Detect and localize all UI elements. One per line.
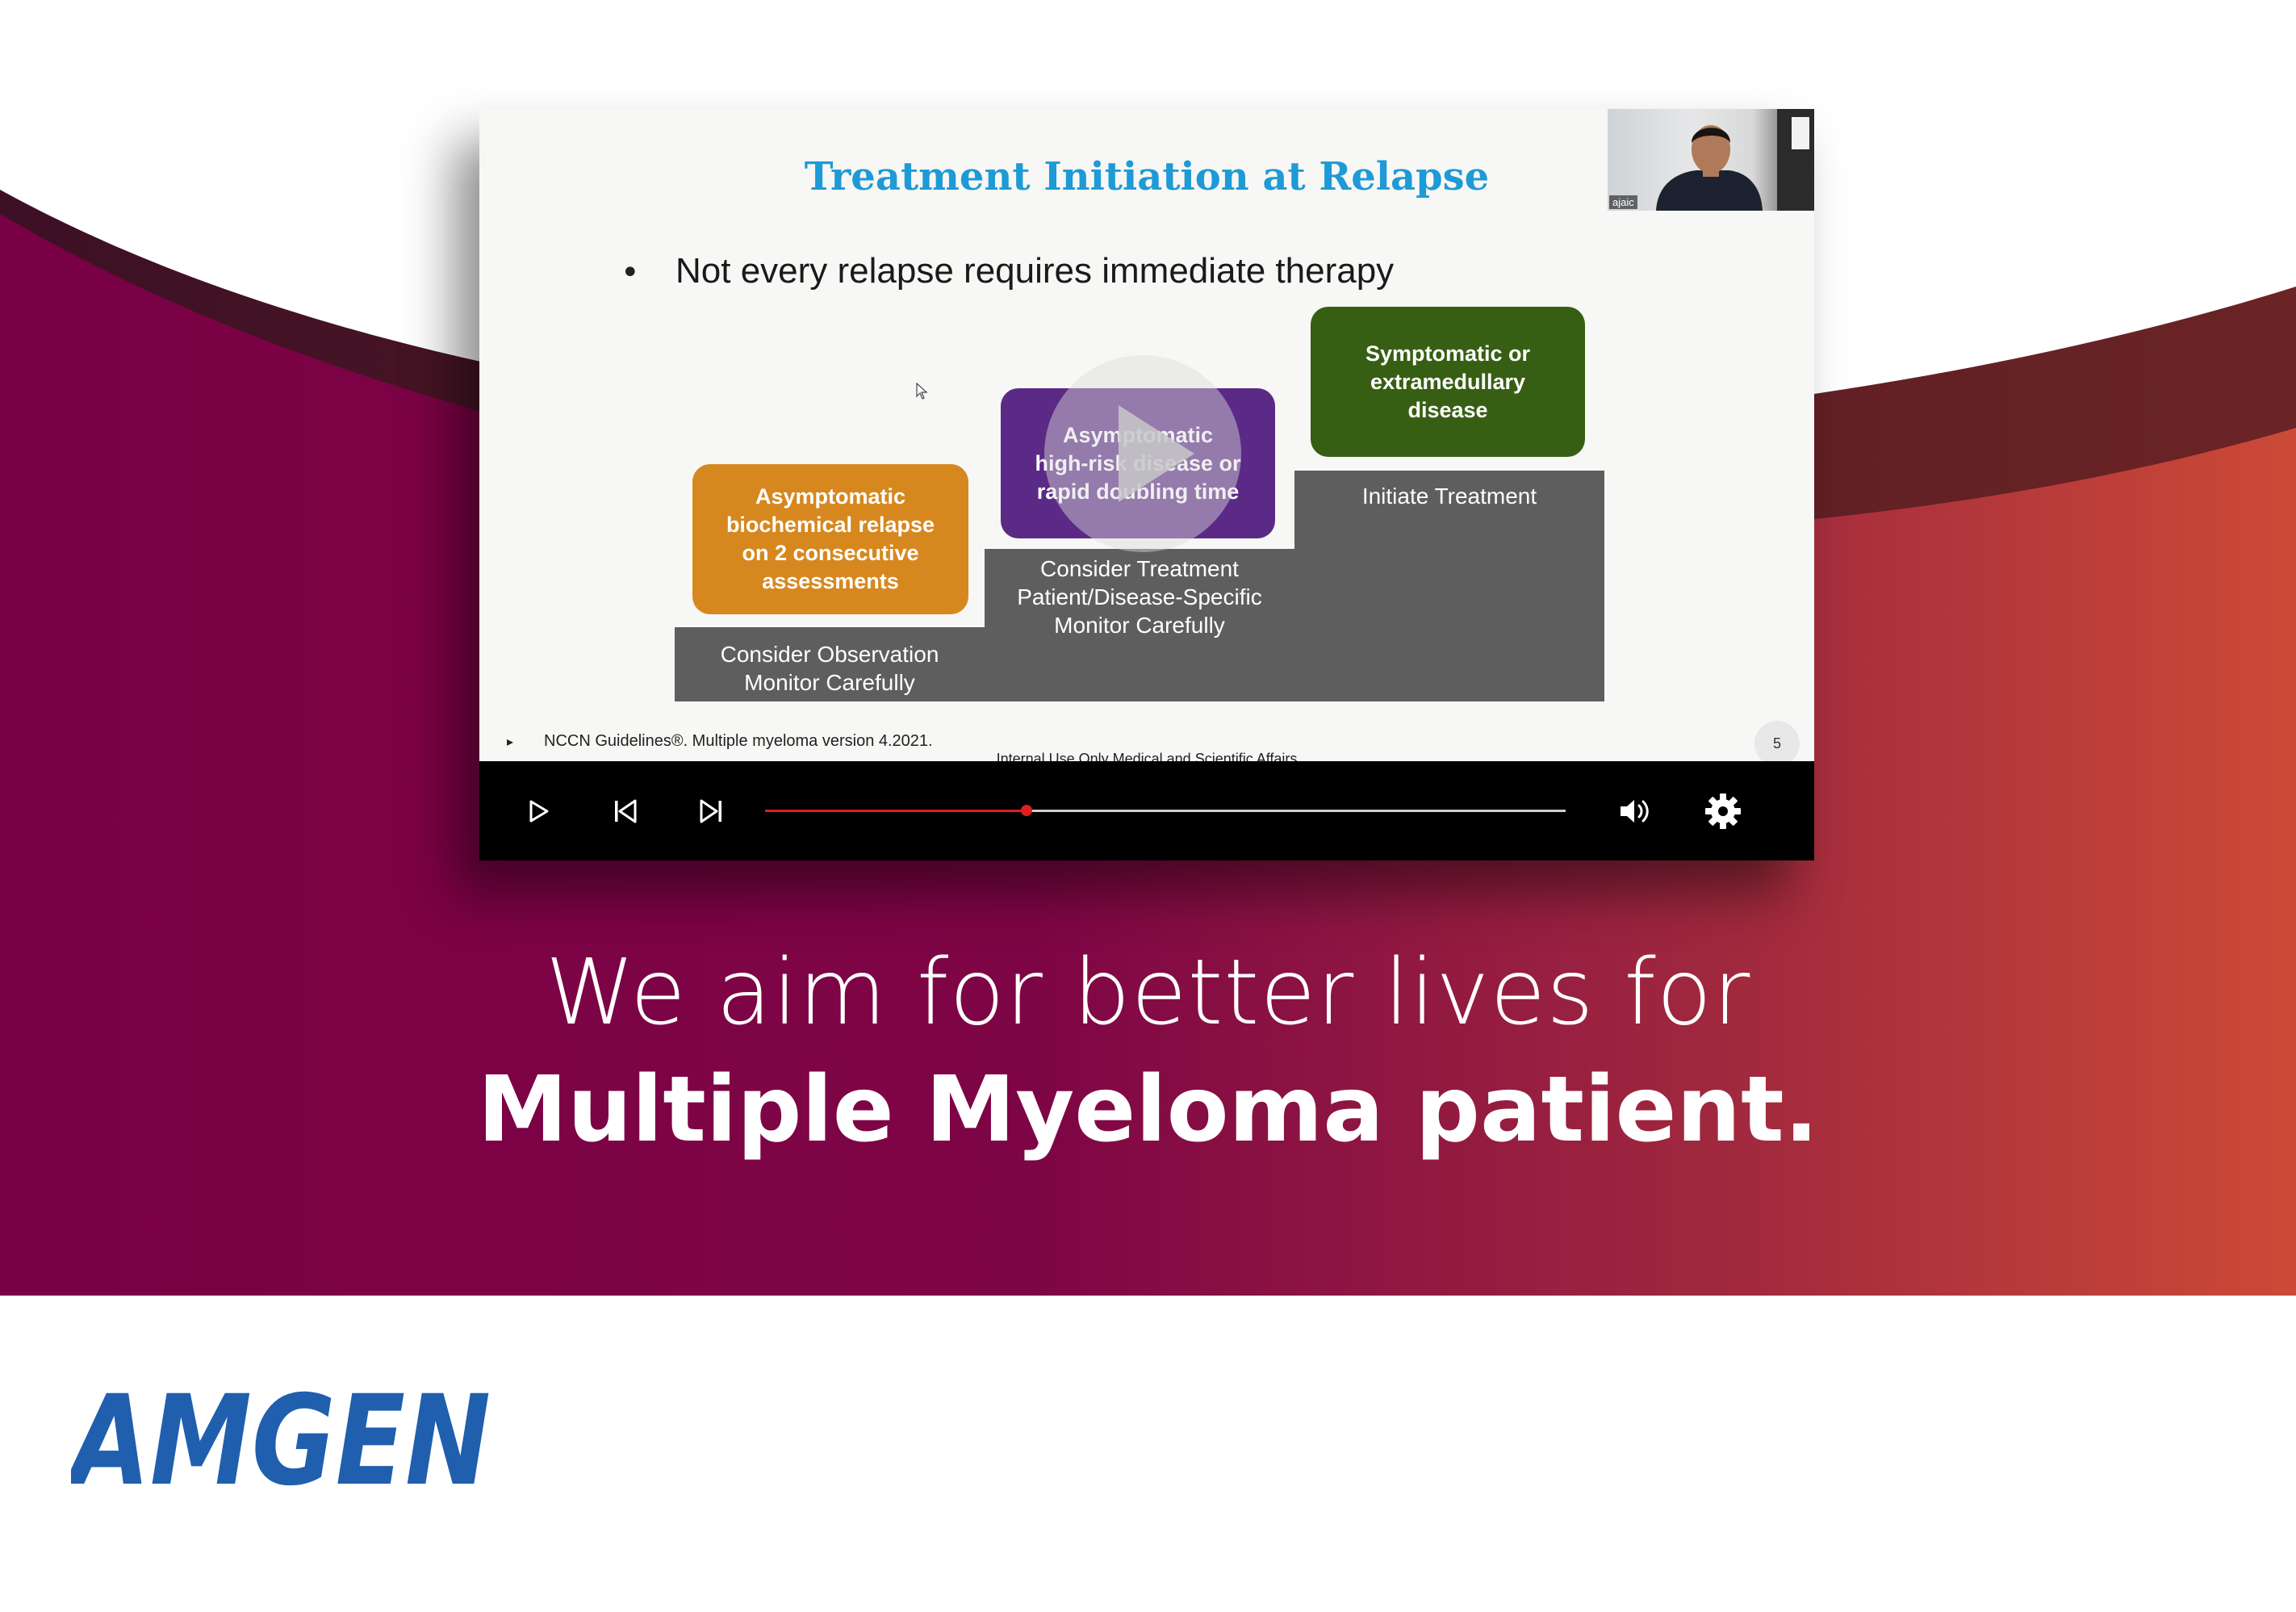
play-button[interactable] <box>518 791 558 831</box>
slide-number: 5 <box>1754 721 1800 761</box>
video-frame-slide[interactable]: Treatment Initiation at Relapse • Not ev… <box>479 109 1814 761</box>
speaker-webcam: ajaic <box>1608 109 1814 211</box>
big-play-button[interactable] <box>1044 355 1241 552</box>
settings-button[interactable] <box>1703 791 1743 831</box>
step-mid-label: Consider Treatment Patient/Disease-Specif… <box>1017 556 1262 638</box>
video-player[interactable]: Treatment Initiation at Relapse • Not ev… <box>479 109 1814 860</box>
internal-use-note: Internal Use Only Medical and Scientific… <box>996 751 1298 761</box>
progress-played <box>765 810 1027 812</box>
footnote-arrow-icon: ▸ <box>507 734 514 749</box>
slide-footnote: NCCN Guidelines®. Multiple myeloma versi… <box>544 732 933 750</box>
skip-previous-icon <box>615 799 637 823</box>
headline-line-1: We aim for better lives for <box>545 940 1751 1045</box>
volume-button[interactable] <box>1616 791 1656 831</box>
box-asymptomatic-biochemical: Asymptomatic biochemical relapse on 2 cons… <box>692 464 968 614</box>
svg-text:AMGEN: AMGEN <box>71 1380 491 1493</box>
amgen-logo: AMGEN <box>71 1380 491 1493</box>
skip-next-icon <box>700 799 721 823</box>
step-high-label: Initiate Treatment <box>1361 484 1537 509</box>
previous-button[interactable] <box>605 791 646 831</box>
progress-scrubber[interactable] <box>1021 805 1033 816</box>
next-button[interactable] <box>691 791 731 831</box>
progress-bar[interactable] <box>765 805 1566 816</box>
settings-gear-icon <box>1705 793 1741 829</box>
bullet-marker: • <box>621 254 640 291</box>
big-play-icon <box>1119 405 1194 502</box>
headline-line-2: Multiple Myeloma patient. <box>477 1057 1819 1162</box>
slide-bullet: Not every relapse requires immediate the… <box>675 251 1395 291</box>
player-controls <box>479 761 1814 860</box>
box-symptomatic: Symptomatic or extramedullary disease <box>1311 307 1585 457</box>
volume-icon <box>1621 800 1649 823</box>
play-icon <box>529 800 549 823</box>
speaker-figure-icon <box>1656 109 1814 211</box>
step-low-label: Consider Observation Monitor Carefully <box>720 642 939 695</box>
mouse-cursor-icon <box>916 382 928 400</box>
speaker-name-tag: ajaic <box>1609 195 1637 209</box>
